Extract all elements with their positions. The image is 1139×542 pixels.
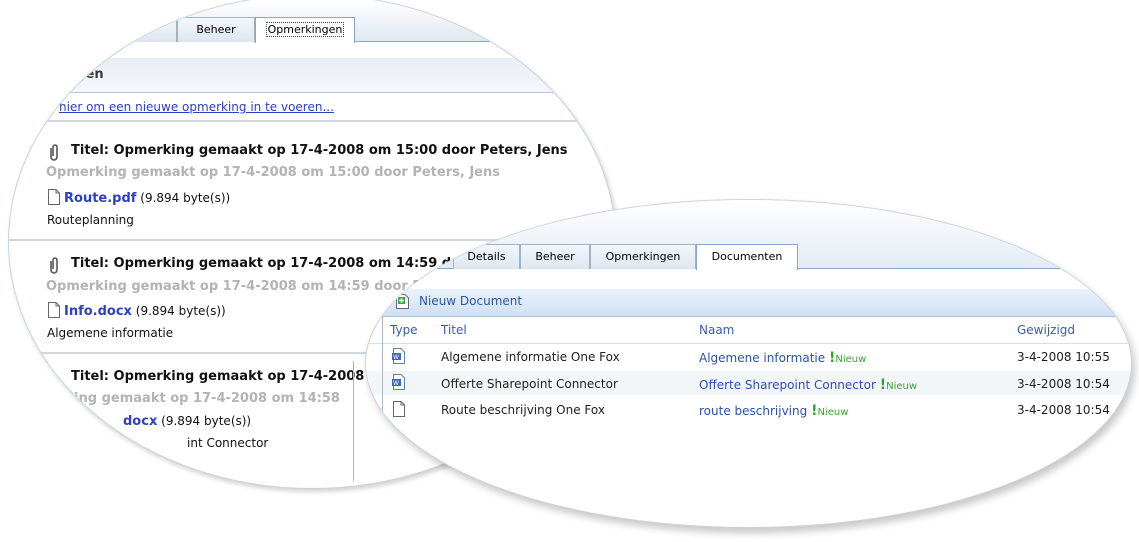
new-badge: !Nieuw — [879, 377, 918, 393]
tab-opmerkingen[interactable]: Opmerkingen — [590, 244, 696, 269]
tab-details[interactable]: Details — [453, 244, 520, 269]
file-size: (9.894 byte(s)) — [135, 304, 226, 318]
attachment-link[interactable]: docx — [123, 414, 157, 429]
attachment-link[interactable]: Info.docx — [64, 304, 132, 319]
comment-attachment: Route.pdf (9.894 byte(s)) — [47, 189, 230, 206]
comment-title: Titel: Opmerking gemaakt op 17-4-2008 — [71, 369, 365, 384]
comment-subtitle: Opmerking gemaakt op 17-4-2008 om 15:00 … — [46, 165, 500, 180]
tab-opmerkingen[interactable]: Opmerkingen — [255, 17, 355, 43]
section-heading: ngen — [9, 58, 615, 93]
document-name[interactable]: route beschrijving — [699, 404, 807, 418]
generic-doc-icon — [393, 401, 405, 417]
row-naam-link[interactable]: Offerte Sharepoint Connector !Nieuw — [699, 377, 917, 393]
tab-opmerkingen-label: Opmerkingen — [265, 22, 345, 37]
tab-documenten-label: Documenten — [711, 250, 783, 263]
tab-beheer-label: Beheer — [535, 250, 575, 263]
row-gewijzigd: 3-4-2008 10:54 — [1017, 377, 1110, 391]
row-gewijzigd: 3-4-2008 10:55 — [1017, 350, 1110, 364]
file-size: (9.894 byte(s)) — [140, 191, 231, 205]
tab-beheer[interactable]: Beheer — [177, 17, 255, 42]
document-icon — [48, 302, 60, 318]
add-comment-link[interactable]: hier om een nieuwe opmerking in te voere… — [59, 100, 334, 114]
column-header-naam[interactable]: Naam — [699, 323, 734, 337]
row-titel: Algemene informatie One Fox — [441, 350, 620, 364]
row-titel: Offerte Sharepoint Connector — [441, 377, 618, 391]
comment-subtitle: rking gemaakt op 17-4-2008 om 14:58 — [59, 391, 340, 406]
paperclip-icon — [50, 144, 58, 161]
comment-description: int Connector — [187, 436, 269, 450]
tab-opmerkingen-label: Opmerkingen — [605, 250, 681, 263]
header-divider — [366, 343, 1131, 344]
row-gewijzigd: 3-4-2008 10:54 — [1017, 403, 1110, 417]
paperclip-icon — [50, 257, 58, 274]
comment-attachment: Info.docx (9.894 byte(s)) — [47, 302, 226, 319]
svg-text:W: W — [393, 380, 399, 387]
comment-title: Titel: Opmerking gemaakt op 17-4-2008 om… — [71, 143, 568, 158]
column-separator — [382, 301, 383, 451]
new-badge-label: Nieuw — [817, 407, 849, 418]
new-badge-label: Nieuw — [835, 354, 867, 365]
new-badge-label: Nieuw — [886, 381, 918, 392]
attachment-link[interactable]: Route.pdf — [64, 191, 136, 206]
column-header-gewijzigd[interactable]: Gewijzigd — [1017, 323, 1075, 337]
row-titel: Route beschrijving One Fox — [441, 403, 605, 417]
document-name[interactable]: Algemene informatie — [699, 351, 825, 365]
documents-panel: Details Beheer Opmerkingen Documenten Ni… — [365, 199, 1132, 528]
document-icon — [48, 189, 60, 205]
column-header-type[interactable]: Type — [390, 323, 418, 337]
new-document-button[interactable]: Nieuw Document — [419, 294, 522, 308]
word-doc-icon: W — [392, 374, 405, 390]
word-doc-icon: W — [392, 348, 405, 364]
divider — [9, 120, 615, 122]
tab-beheer[interactable]: Beheer — [520, 244, 590, 269]
file-size: (9.894 byte(s)) — [161, 414, 252, 428]
new-badge: !Nieuw — [811, 403, 849, 419]
tab-partial-left[interactable] — [131, 17, 177, 42]
row-naam-link[interactable]: Algemene informatie !Nieuw — [699, 350, 866, 366]
tab-details-label: Details — [467, 250, 506, 263]
row-naam-link[interactable]: route beschrijving !Nieuw — [699, 403, 848, 419]
column-header-titel[interactable]: Titel — [441, 323, 467, 337]
document-name[interactable]: Offerte Sharepoint Connector — [699, 378, 876, 392]
comment-description: Routeplanning — [47, 213, 134, 227]
column-separator — [353, 361, 354, 481]
svg-text:W: W — [393, 354, 399, 361]
comment-description: Algemene informatie — [47, 326, 174, 340]
tab-beheer-label: Beheer — [196, 23, 236, 36]
section-heading-text: ngen — [67, 67, 104, 82]
new-badge: !Nieuw — [828, 350, 867, 366]
comment-attachment: docx (9.894 byte(s)) — [123, 414, 251, 429]
tab-documenten[interactable]: Documenten — [696, 244, 798, 270]
new-document-icon[interactable] — [395, 293, 411, 310]
